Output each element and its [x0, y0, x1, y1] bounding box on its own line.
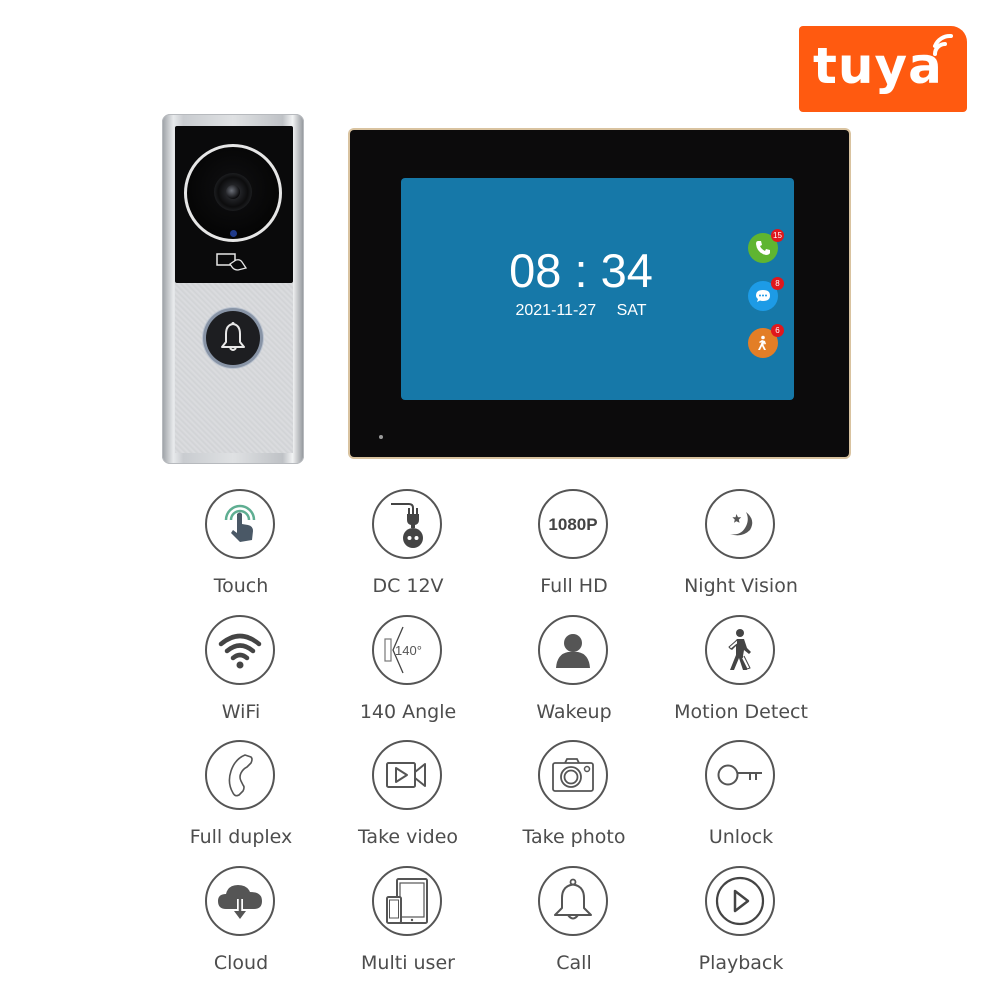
key-icon [717, 764, 762, 786]
motion-events-button[interactable]: 6 [748, 324, 784, 358]
feature-label: Multi user [361, 952, 455, 974]
feature-label: Touch [213, 575, 269, 597]
feature-label: Unlock [708, 826, 774, 848]
angle-icon: 140° [384, 626, 422, 674]
person-icon [556, 634, 590, 668]
date-text: 2021-11-27 [515, 302, 597, 319]
moon-icon [730, 512, 753, 536]
feature-label: Take video [357, 826, 459, 848]
feature-label: 140 Angle [359, 701, 457, 723]
video-camera-icon [386, 762, 426, 788]
play-circle-icon [715, 876, 765, 926]
feature-icon-circle: 1080P [538, 489, 608, 559]
tuya-wordmark: tuya [813, 37, 943, 95]
wifi-icon [218, 633, 262, 669]
motion-icon [758, 335, 766, 350]
feature-icon-circle [705, 489, 775, 559]
camera-ring [184, 144, 282, 242]
feature-icon-circle [705, 740, 775, 810]
doorbell-button[interactable] [206, 311, 260, 365]
feature-label: Full HD [540, 575, 608, 597]
feature-icon-circle [205, 740, 275, 810]
bell-icon [221, 322, 245, 351]
power-plug-icon [391, 503, 423, 548]
feature-icon-circle [705, 615, 775, 685]
messages-badge: 8 [771, 277, 784, 290]
clock-minutes: 34 [600, 244, 653, 297]
camera-icon [552, 758, 594, 792]
feature-label: Playback [698, 952, 784, 974]
phone-icon [756, 241, 770, 255]
microphone-dot [379, 435, 383, 439]
tuya-logo: tuya [799, 26, 967, 112]
feature-label: Full duplex [189, 826, 293, 848]
devices-icon [386, 878, 428, 924]
1080p-icon-text: 1080P [548, 515, 597, 534]
clock-display: 08 : 34 [401, 246, 761, 296]
feature-icon-circle [538, 615, 608, 685]
lens-core [226, 185, 240, 199]
touch-icon [224, 504, 256, 542]
clock-hours: 08 [509, 244, 562, 297]
indoor-monitor: 08 : 34 2021-11-27 SAT 15 8 6 [350, 130, 849, 457]
feature-icon-circle [372, 740, 442, 810]
camera-lens-icon [214, 173, 252, 211]
feature-label: Motion Detect [674, 701, 808, 723]
feature-label: Night Vision [684, 575, 798, 597]
rfid-card-icon [216, 253, 248, 271]
missed-calls-badge: 15 [771, 229, 784, 242]
clock-separator: : [574, 244, 588, 297]
feature-icon-circle [205, 489, 275, 559]
motion-events-badge: 6 [771, 324, 784, 337]
feature-label: Wakeup [536, 701, 612, 723]
bell-icon [554, 878, 592, 920]
feature-label: Cloud [213, 952, 269, 974]
doorbell-camera-panel [175, 126, 293, 283]
message-icon [756, 290, 770, 302]
ir-led [230, 230, 237, 237]
doorbell-button-panel [175, 283, 293, 453]
messages-button[interactable]: 8 [748, 277, 784, 311]
feature-icon-circle [205, 866, 275, 936]
cloud-download-icon [218, 885, 262, 919]
feature-label: Take photo [522, 826, 626, 848]
phone-handset-icon [228, 754, 253, 797]
monitor-screen[interactable]: 08 : 34 2021-11-27 SAT 15 8 6 [401, 178, 794, 400]
doorbell-unit [162, 114, 304, 464]
angle-icon-text: 140° [395, 643, 422, 658]
missed-calls-button[interactable]: 15 [748, 229, 784, 263]
feature-icon-circle [205, 615, 275, 685]
feature-label: WiFi [221, 701, 261, 723]
walking-person-icon [728, 629, 751, 670]
feature-icon-circle: 140° [372, 615, 442, 685]
feature-icon-circle [372, 866, 442, 936]
feature-label: DC 12V [372, 575, 444, 597]
weekday-text: SAT [616, 302, 647, 319]
feature-icon-circle [372, 489, 442, 559]
date-display: 2021-11-27 SAT [401, 302, 761, 320]
feature-icon-circle [538, 740, 608, 810]
feature-label: Call [556, 952, 592, 974]
feature-icon-circle [705, 866, 775, 936]
wifi-signal-icon [933, 33, 953, 56]
feature-icon-circle [538, 866, 608, 936]
1080p-icon: 1080P [548, 515, 597, 534]
